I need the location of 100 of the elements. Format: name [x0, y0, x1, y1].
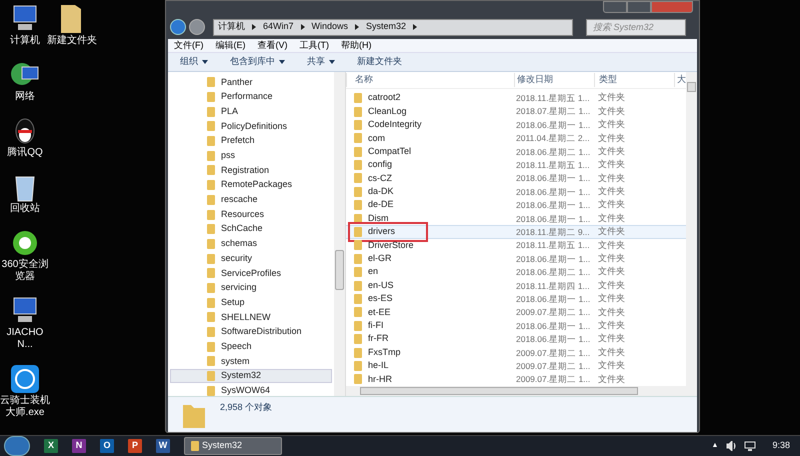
menu-item[interactable]: 文件(F) [174, 38, 204, 52]
menu-item[interactable]: 工具(T) [300, 38, 329, 52]
menu-item[interactable]: 帮助(H) [341, 38, 372, 52]
scrollbar[interactable] [346, 386, 697, 396]
desktop-icon-label[interactable]: 云骑士装机大师.exe [0, 395, 50, 419]
breadcrumb[interactable]: System32 [366, 20, 406, 34]
breadcrumb[interactable]: 64Win7 [263, 20, 294, 34]
network-icon[interactable] [744, 441, 756, 451]
file-row[interactable]: cs-CZ 2018.06.星期一 1... 文件夹 [346, 172, 686, 186]
file-row[interactable]: da-DK 2018.06.星期一 1... 文件夹 [346, 185, 686, 199]
file-row[interactable]: de-DE 2018.06.星期一 1... 文件夹 [346, 198, 686, 212]
start-button[interactable] [4, 436, 30, 456]
tree-item[interactable]: Panther [170, 75, 332, 90]
app-icon[interactable]: P [128, 439, 142, 453]
file-row[interactable]: com 2011.04.星期二 2... 文件夹 [346, 132, 686, 145]
file-row[interactable]: config 2018.11.星期五 1... 文件夹 [346, 158, 686, 172]
scrollbar[interactable] [334, 72, 345, 396]
address-bar[interactable]: 计算机 64Win7 Windows System32 [213, 18, 573, 36]
tree-item[interactable]: RemotePackages [170, 178, 332, 192]
file-row[interactable]: DriverStore 2018.11.星期五 1... 文件夹 [346, 238, 686, 252]
file-row[interactable]: catroot2 2018.11.星期五 1... 文件夹 [346, 91, 686, 105]
status-text: 2,958 个对象 [220, 401, 272, 414]
tree-item[interactable]: rescache [170, 192, 332, 208]
file-date: 2009.07.星期二 1... [515, 373, 592, 386]
tree-item[interactable]: SysWOW64 [170, 383, 332, 398]
chevron-icon[interactable] [300, 24, 305, 30]
file-row[interactable]: he-IL 2009.07.星期二 1... 文件夹 [346, 359, 686, 373]
taskbar-window-button[interactable]: System32 [184, 437, 282, 455]
speaker-icon[interactable] [726, 441, 736, 451]
tree-item[interactable]: SoftwareDistribution [170, 324, 332, 340]
folder-icon [354, 374, 362, 384]
tree-item[interactable]: system [170, 354, 332, 369]
tree-item[interactable]: System32 [170, 368, 332, 384]
app-icon[interactable]: N [72, 439, 86, 453]
toolbar-button[interactable]: 组织 [180, 55, 208, 69]
file-row[interactable]: en-US 2018.11.星期四 1... 文件夹 [346, 278, 686, 292]
app-icon[interactable]: O [100, 439, 114, 453]
app-icon[interactable] [8, 363, 42, 395]
desktop-icon-label[interactable]: 网络 [15, 91, 35, 103]
clock[interactable]: 9:38 [772, 439, 790, 453]
file-type: 文件夹 [597, 118, 626, 132]
file-row[interactable]: CompatTel 2018.06.星期二 1... 文件夹 [346, 144, 686, 158]
chevron-icon[interactable] [252, 24, 256, 30]
folder-icon [207, 150, 215, 161]
desktop-icon-label[interactable]: 回收站 [10, 203, 40, 215]
tree-item[interactable]: SHELLNEW [170, 310, 332, 325]
folder-icon [354, 320, 362, 331]
toolbar-button[interactable]: 新建文件夹 [357, 55, 402, 69]
folder-icon [191, 441, 199, 451]
tree-item[interactable]: PolicyDefinitions [170, 119, 332, 134]
file-row[interactable]: el-GR 2018.06.星期一 1... 文件夹 [346, 252, 686, 266]
desktop-icon-label[interactable]: JIACHON... [0, 327, 50, 351]
chevron-icon[interactable] [413, 24, 418, 30]
folder-icon [354, 173, 362, 184]
tree-item[interactable]: Setup [170, 295, 332, 310]
tree-item[interactable]: Registration [170, 163, 332, 178]
forward-button[interactable] [189, 19, 205, 35]
tree-item[interactable]: PLA [170, 104, 332, 120]
tree-item[interactable]: pss [170, 148, 332, 164]
file-row[interactable]: FxsTmp 2009.07.星期二 1... 文件夹 [346, 346, 686, 360]
file-row[interactable]: Dism 2018.06.星期一 1... 文件夹 [346, 212, 686, 226]
desktop-icon-label[interactable]: 新建文件夹 [47, 35, 97, 47]
search-field[interactable]: 搜索 System32 [586, 18, 686, 36]
file-row[interactable]: CodeIntegrity 2018.06.星期一 1... 文件夹 [346, 118, 686, 132]
file-row[interactable]: hr-HR 2009.07.星期二 1... 文件夹 [346, 372, 686, 386]
column-header[interactable]: 修改日期 [514, 73, 594, 87]
tree-item[interactable]: Prefetch [170, 134, 332, 148]
tree-item[interactable]: Speech [170, 339, 332, 354]
desktop-icon-label[interactable]: 腾讯QQ [7, 147, 43, 159]
desktop-icon-label[interactable]: 360安全浏览器 [0, 259, 50, 283]
file-row[interactable]: es-ES 2018.06.星期一 1... 文件夹 [346, 292, 686, 306]
tree-item[interactable]: Resources [170, 207, 332, 222]
menu-item[interactable]: 编辑(E) [216, 38, 246, 52]
column-header[interactable]: 名称 [346, 73, 514, 87]
tree-item[interactable]: ServiceProfiles [170, 266, 332, 281]
breadcrumb[interactable]: Windows [312, 20, 348, 34]
file-row[interactable]: CleanLog 2018.07.星期二 1... 文件夹 [346, 104, 686, 118]
tree-item[interactable]: security [170, 251, 332, 266]
file-row[interactable]: fi-FI 2018.06.星期一 1... 文件夹 [346, 319, 686, 332]
file-type: 文件夹 [597, 198, 626, 212]
scrollbar[interactable] [686, 72, 697, 386]
toolbar-button[interactable]: 共享 [307, 55, 335, 69]
tree-item[interactable]: SchCache [170, 222, 332, 237]
breadcrumb[interactable]: 计算机 [218, 20, 245, 34]
back-button[interactable] [170, 19, 186, 35]
file-row[interactable]: drivers 2018.11.星期二 9... 文件夹 [346, 225, 686, 239]
file-row[interactable]: en 2018.06.星期二 1... 文件夹 [346, 265, 686, 279]
file-row[interactable]: fr-FR 2018.06.星期一 1... 文件夹 [346, 332, 686, 346]
file-row[interactable]: et-EE 2009.07.星期二 1... 文件夹 [346, 306, 686, 320]
app-icon[interactable]: W [156, 439, 170, 453]
chevron-icon[interactable] [355, 24, 360, 30]
app-icon[interactable]: X [44, 439, 58, 453]
tree-item[interactable]: schemas [170, 236, 332, 252]
column-header[interactable]: 类型 [594, 73, 674, 87]
desktop-icon-label[interactable]: 计算机 [10, 35, 40, 47]
menu-item[interactable]: 查看(V) [258, 38, 288, 52]
tree-item[interactable]: Performance [170, 90, 332, 104]
tree-item[interactable]: servicing [170, 280, 332, 296]
toolbar-button[interactable]: 包含到库中 [230, 55, 285, 69]
file-type: 文件夹 [597, 372, 626, 386]
